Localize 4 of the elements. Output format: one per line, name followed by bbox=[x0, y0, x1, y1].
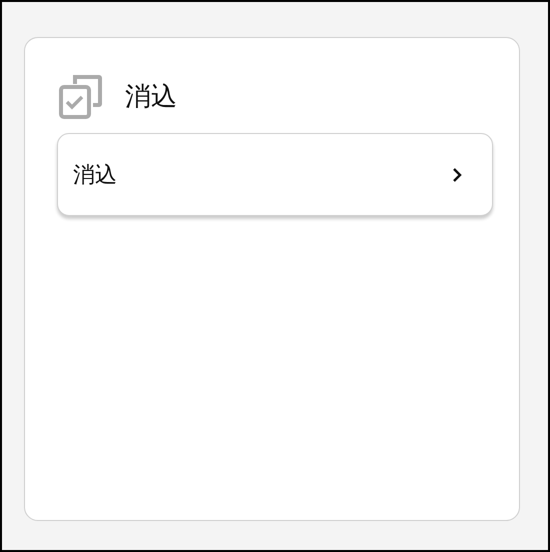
list-item[interactable]: 消込 bbox=[57, 133, 493, 216]
chevron-right-icon bbox=[452, 168, 462, 182]
card-title: 消込 bbox=[125, 80, 177, 114]
checkbox-copy-icon bbox=[57, 72, 105, 120]
